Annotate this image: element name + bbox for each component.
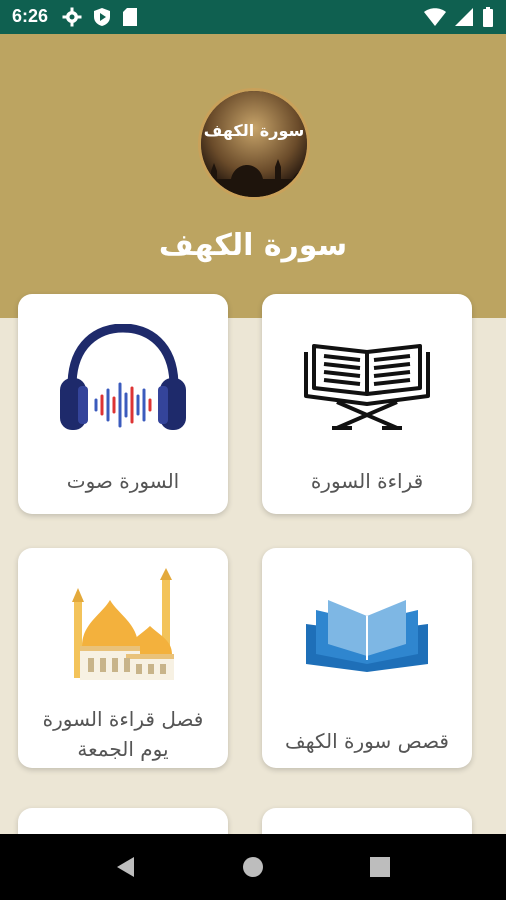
home-icon[interactable] [241, 855, 265, 879]
wifi-icon [424, 8, 446, 26]
back-icon[interactable] [114, 855, 138, 879]
friday-virtue-card[interactable]: فصل قراءة السورة يوم الجمعة [18, 548, 228, 768]
logo-calligraphy: سورة الكهف [203, 121, 305, 140]
status-time: 6:26 [12, 6, 49, 26]
kahf-stories-label: قصص سورة الكهف [285, 729, 449, 753]
audio-surah-label: السورة صوت [66, 469, 180, 493]
app-logo: سورة الكهف [198, 88, 310, 200]
kahf-stories-card[interactable]: قصص سورة الكهف [262, 548, 472, 768]
friday-virtue-label-line2: يوم الجمعة [77, 737, 169, 761]
headphones-icon [60, 324, 186, 430]
friday-virtue-label-line1: فصل قراءة السورة [42, 707, 204, 731]
mosque-icon [72, 568, 174, 680]
open-book-icon [304, 344, 430, 430]
read-surah-card[interactable]: قراءة السورة [262, 294, 472, 514]
cell-signal-icon [455, 8, 473, 26]
sd-card-icon [123, 8, 137, 26]
recents-icon[interactable] [369, 856, 391, 878]
read-surah-label: قراءة السورة [310, 469, 424, 493]
status-bar: 6:26 [0, 0, 506, 34]
audio-surah-card[interactable]: السورة صوت [18, 294, 228, 514]
page-title: سورة الكهف [158, 228, 348, 263]
play-protect-icon [94, 8, 110, 26]
battery-icon [483, 7, 493, 27]
blue-book-icon [306, 600, 428, 672]
settings-gear-icon [62, 7, 82, 27]
friday-virtue-label: فصل قراءة السورة يوم الجمعة [18, 704, 228, 764]
system-nav-bar [0, 834, 506, 900]
